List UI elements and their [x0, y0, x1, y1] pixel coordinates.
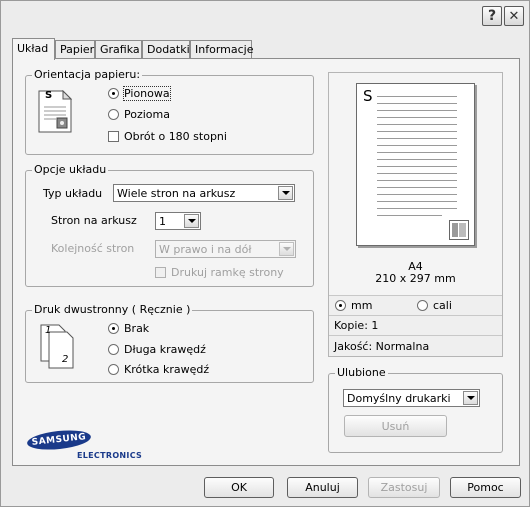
tab-grafika[interactable]: Grafika	[95, 40, 142, 59]
close-icon: ✕	[508, 8, 520, 24]
duplex-short-edge-dot	[108, 364, 119, 375]
unit-mm-label: mm	[351, 299, 373, 312]
tab-papier[interactable]: Papier	[55, 40, 95, 59]
layout-options-group: Opcje układu Typ układu Wiele stron na a…	[25, 163, 314, 287]
duplex-long-edge-dot	[108, 344, 119, 355]
samsung-electronics-text: ELECTRONICS	[77, 451, 143, 460]
apply-button[interactable]: Zastosuj	[368, 477, 440, 498]
duplex-none-label: Brak	[124, 322, 150, 335]
unit-mm-radio[interactable]: mm	[335, 299, 372, 312]
orientation-group-title: Orientacja papieru:	[32, 68, 143, 81]
unit-inch-label: cali	[433, 299, 452, 312]
layout-options-title: Opcje układu	[32, 163, 109, 176]
unit-inch-radio[interactable]: cali	[417, 299, 452, 312]
samsung-logo: SAMSUNG	[26, 427, 92, 453]
cancel-button[interactable]: Anuluj	[287, 477, 358, 498]
favorites-select[interactable]: Domyślny drukarki	[343, 389, 480, 407]
landscape-label: Pozioma	[124, 108, 170, 121]
unit-inch-dot	[417, 300, 428, 311]
quality-strip: Jakość: Normalna	[329, 335, 502, 356]
duplex-group: Druk dwustronny ( Ręcznie ) 1 2 Brak Dłu…	[25, 303, 314, 383]
printer-properties-dialog: ? ✕ Układ Papier Grafika Dodatki Informa…	[0, 0, 530, 507]
copies-text: Kopie: 1	[334, 319, 379, 332]
duplex-icon-num1: 1	[45, 325, 52, 336]
page-preview-letter: S	[363, 87, 373, 105]
ok-button[interactable]: OK	[204, 477, 274, 498]
paper-size: 210 x 297 mm	[375, 272, 456, 285]
portrait-radio-dot	[108, 88, 119, 99]
tab-uklad[interactable]: Układ	[12, 38, 55, 60]
page-preview: S	[356, 83, 475, 246]
document-icon-letter: S	[45, 90, 53, 101]
pages-per-sheet-select[interactable]: 1	[155, 212, 201, 230]
copies-strip: Kopie: 1	[329, 315, 502, 335]
portrait-document-icon	[38, 90, 72, 133]
rotate-180-checkbox[interactable]: Obrót o 180 stopni	[108, 130, 227, 143]
duplex-long-edge-label: Długa krawędź	[124, 343, 206, 356]
help-title-button[interactable]: ?	[482, 6, 502, 26]
tab-informacje[interactable]: Informacje	[190, 40, 253, 59]
rotate-180-label: Obrót o 180 stopni	[124, 130, 227, 143]
layout-type-value: Wiele stron na arkusz	[117, 186, 236, 200]
tab-dodatki[interactable]: Dodatki	[142, 40, 190, 59]
layout-type-label: Typ układu	[43, 187, 103, 200]
page-order-label: Kolejność stron	[51, 242, 135, 255]
duplex-none-dot	[108, 323, 119, 334]
duplex-long-edge-radio[interactable]: Długa krawędź	[108, 343, 206, 356]
pages-per-sheet-label: Stron na arkusz	[51, 214, 137, 227]
portrait-radio[interactable]: Pionowa	[108, 86, 171, 101]
chevron-down-icon	[184, 214, 199, 228]
close-title-button[interactable]: ✕	[504, 6, 524, 26]
print-page-border-label: Drukuj ramkę strony	[171, 266, 284, 279]
print-page-border-checkbox[interactable]: Drukuj ramkę strony	[155, 266, 284, 279]
unit-strip: mm cali	[329, 295, 502, 315]
chevron-down-icon	[278, 186, 293, 200]
portrait-label: Pionowa	[123, 86, 171, 101]
preview-panel: S A4 210 x 297 mm mm cali Kopie: 1 Jakoś…	[328, 72, 503, 357]
duplex-short-edge-radio[interactable]: Krótka krawędź	[108, 363, 209, 376]
rotate-180-box	[108, 131, 119, 142]
help-button[interactable]: Pomoc	[450, 477, 521, 498]
duplex-group-title: Druk dwustronny ( Ręcznie )	[32, 303, 193, 316]
favorites-group-title: Ulubione	[335, 366, 388, 379]
chevron-down-icon	[279, 242, 294, 256]
favorites-group: Ulubione Domyślny drukarki Usuń	[328, 366, 503, 453]
samsung-logo-text: SAMSUNG	[31, 432, 87, 448]
landscape-radio-dot	[108, 109, 119, 120]
print-page-border-box	[155, 267, 166, 278]
unit-mm-dot	[335, 300, 346, 311]
question-icon: ?	[487, 8, 497, 24]
layout-type-select[interactable]: Wiele stron na arkusz	[113, 184, 295, 202]
pages-per-sheet-value: 1	[159, 214, 166, 228]
title-bar: ? ✕	[1, 1, 529, 31]
quality-text: Jakość: Normalna	[334, 340, 430, 353]
favorites-value: Domyślny drukarki	[347, 391, 451, 405]
tab-panel-uklad: Orientacja papieru: S Pionowa Pozioma Ob…	[12, 58, 520, 466]
orientation-group: Orientacja papieru: S Pionowa Pozioma Ob…	[25, 68, 314, 155]
duplex-icon-num2: 2	[62, 354, 69, 365]
chevron-down-icon	[463, 391, 478, 405]
duplex-none-radio[interactable]: Brak	[108, 322, 149, 335]
page-order-select[interactable]: W prawo i na dół	[155, 240, 296, 258]
page-order-value: W prawo i na dół	[159, 242, 252, 256]
page-image-icon	[449, 220, 469, 240]
landscape-radio[interactable]: Pozioma	[108, 108, 170, 121]
delete-favorite-button[interactable]: Usuń	[344, 415, 447, 437]
duplex-short-edge-label: Krótka krawędź	[124, 363, 210, 376]
